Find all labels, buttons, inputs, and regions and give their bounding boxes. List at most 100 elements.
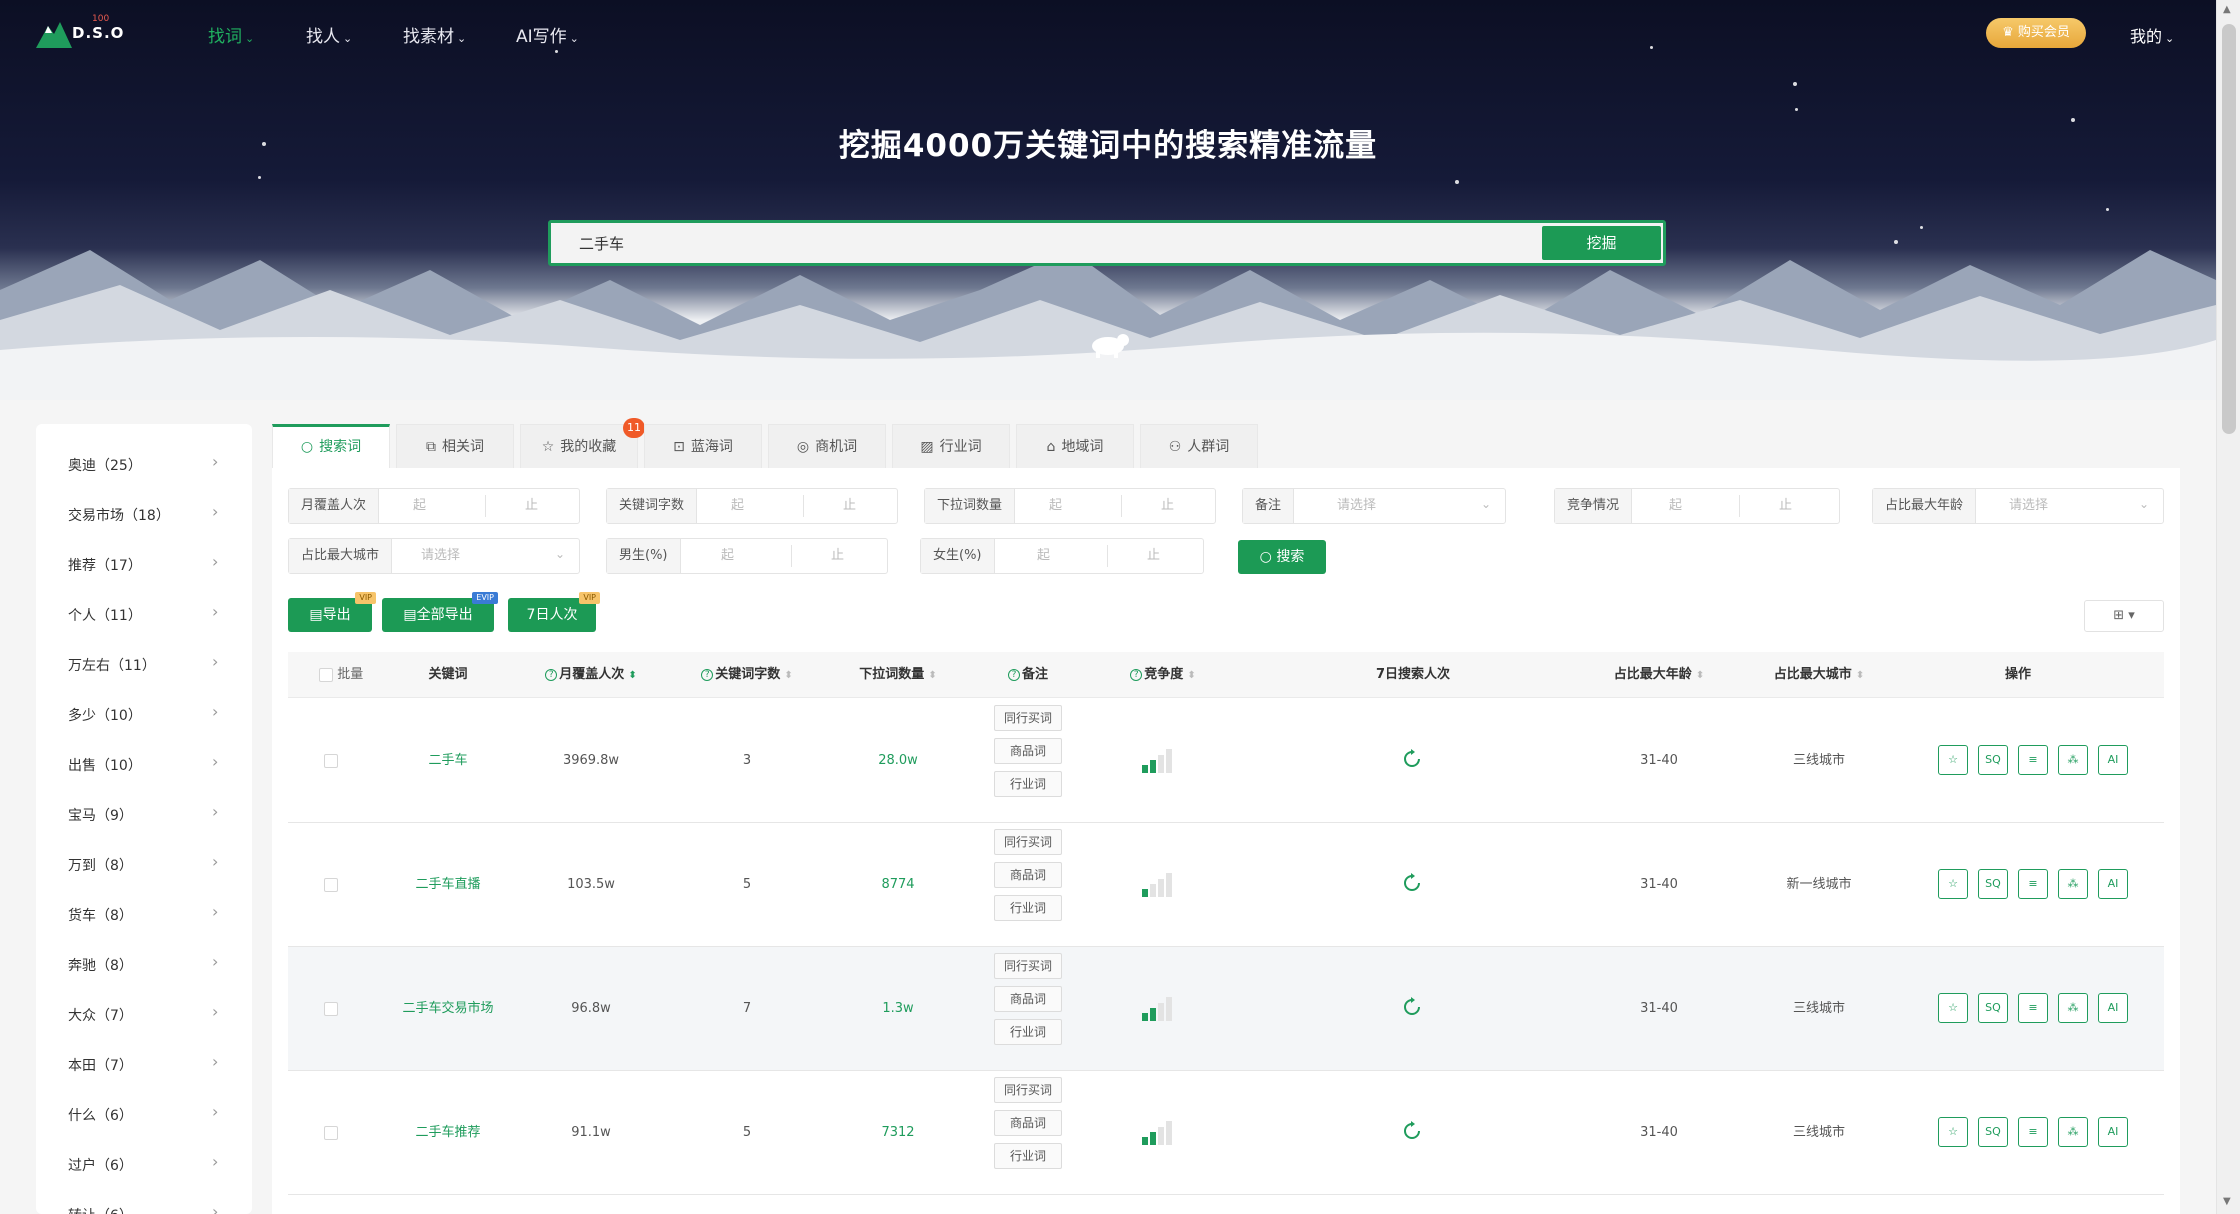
site-logo[interactable]: D.S.O 100: [34, 14, 123, 50]
row-checkbox[interactable]: [324, 753, 338, 768]
remark-tag[interactable]: 行业词: [994, 771, 1062, 797]
tab-related-words[interactable]: ⧉ 相关词: [396, 424, 514, 468]
favorite-star-icon[interactable]: ☆: [1938, 1117, 1968, 1147]
header-max-city[interactable]: 占比最大城市 ⬍: [1754, 652, 1884, 698]
range-from-input[interactable]: 起: [1669, 489, 1682, 523]
row-checkbox[interactable]: [324, 1001, 338, 1016]
sidebar-category-item[interactable]: 交易市场（18） ›: [36, 488, 252, 538]
sq-analysis-icon[interactable]: SQ: [1978, 745, 2008, 775]
remark-tag[interactable]: 同行买词: [994, 705, 1062, 731]
sidebar-category-item[interactable]: 万左右（11） ›: [36, 638, 252, 688]
nav-find-people[interactable]: 找人 ⌄: [306, 22, 352, 47]
scroll-down-icon[interactable]: ▼: [2223, 1196, 2231, 1207]
sidebar-category-item[interactable]: 奔驰（8） ›: [36, 938, 252, 988]
sidebar-category-item[interactable]: 奥迪（25） ›: [36, 438, 252, 488]
range-from-input[interactable]: 起: [1037, 539, 1050, 573]
column-settings-button[interactable]: ⊞ ▾: [2084, 600, 2164, 632]
range-from-input[interactable]: 起: [1049, 489, 1062, 523]
remark-tag[interactable]: 商品词: [994, 1110, 1062, 1136]
help-icon[interactable]: ?: [545, 668, 558, 681]
sidebar-category-item[interactable]: 大众（7） ›: [36, 988, 252, 1038]
tab-industry-words[interactable]: ▨ 行业词: [892, 424, 1010, 468]
refresh-icon[interactable]: [1402, 749, 1422, 769]
row-checkbox[interactable]: [324, 877, 338, 892]
nav-ai-writing[interactable]: AI写作 ⌄: [516, 22, 579, 47]
range-from-input[interactable]: 起: [413, 489, 426, 523]
filter-max-age-select[interactable]: 占比最大年龄 请选择 ⌄: [1872, 488, 2164, 524]
nav-find-words[interactable]: 找词 ⌄: [208, 22, 254, 47]
export-button[interactable]: ▤导出 VIP: [288, 592, 376, 632]
sidebar-category-item[interactable]: 转让（6） ›: [36, 1188, 252, 1214]
seven-day-users-button[interactable]: 7日人次 VIP: [508, 592, 600, 632]
sidebar-category-item[interactable]: 什么（6） ›: [36, 1088, 252, 1138]
favorite-star-icon[interactable]: ☆: [1938, 993, 1968, 1023]
dropdown-count-link[interactable]: 8774: [828, 823, 968, 947]
tab-audience-words[interactable]: ⚇ 人群词: [1140, 424, 1258, 468]
dropdown-count-link[interactable]: 7312: [828, 1071, 968, 1195]
sidebar-category-item[interactable]: 货车（8） ›: [36, 888, 252, 938]
remark-tag[interactable]: 商品词: [994, 738, 1062, 764]
ai-write-icon[interactable]: AI: [2098, 745, 2128, 775]
remark-tag[interactable]: 同行买词: [994, 953, 1062, 979]
sq-analysis-icon[interactable]: SQ: [1978, 993, 2008, 1023]
scrollbar-thumb[interactable]: [2222, 24, 2236, 434]
ai-write-icon[interactable]: AI: [2098, 1117, 2128, 1147]
refresh-icon[interactable]: [1402, 1121, 1422, 1141]
header-word-length[interactable]: ? 关键词字数 ⬍: [672, 652, 822, 698]
ai-write-icon[interactable]: AI: [2098, 993, 2128, 1023]
related-network-icon[interactable]: ⁂: [2058, 1117, 2088, 1147]
favorite-star-icon[interactable]: ☆: [1938, 745, 1968, 775]
buy-membership-button[interactable]: ♛ 购买会员: [1986, 18, 2086, 48]
select-all-checkbox[interactable]: [318, 667, 333, 682]
filter-remark-select[interactable]: 备注 请选择 ⌄: [1242, 488, 1506, 524]
list-detail-icon[interactable]: ≡: [2018, 1117, 2048, 1147]
keyword-search-input[interactable]: [551, 223, 1531, 263]
sidebar-category-item[interactable]: 过户（6） ›: [36, 1138, 252, 1188]
sidebar-category-item[interactable]: 万到（8） ›: [36, 838, 252, 888]
remark-tag[interactable]: 商品词: [994, 862, 1062, 888]
sidebar-category-item[interactable]: 出售（10） ›: [36, 738, 252, 788]
sidebar-category-item[interactable]: 宝马（9） ›: [36, 788, 252, 838]
range-to-input[interactable]: 止: [843, 489, 856, 523]
scroll-up-icon[interactable]: ▲: [2223, 4, 2231, 15]
keyword-link[interactable]: 二手车推荐: [358, 1071, 538, 1195]
remark-tag[interactable]: 行业词: [994, 1143, 1062, 1169]
list-detail-icon[interactable]: ≡: [2018, 745, 2048, 775]
row-checkbox[interactable]: [324, 1125, 338, 1140]
sidebar-category-item[interactable]: 个人（11） ›: [36, 588, 252, 638]
dropdown-count-link[interactable]: 1.3w: [828, 947, 968, 1071]
tab-search-words[interactable]: ○ 搜索词: [272, 424, 390, 468]
header-max-age[interactable]: 占比最大年龄 ⬍: [1594, 652, 1724, 698]
related-network-icon[interactable]: ⁂: [2058, 993, 2088, 1023]
nav-find-materials[interactable]: 找素材 ⌄: [403, 22, 466, 47]
related-network-icon[interactable]: ⁂: [2058, 869, 2088, 899]
tab-region-words[interactable]: ⌂ 地域词: [1016, 424, 1134, 468]
range-from-input[interactable]: 起: [721, 539, 734, 573]
header-batch[interactable]: 批量: [306, 652, 376, 698]
help-icon[interactable]: ?: [1007, 668, 1020, 681]
sidebar-category-item[interactable]: 本田（7） ›: [36, 1038, 252, 1088]
keyword-link[interactable]: 二手车直播: [358, 823, 538, 947]
help-icon[interactable]: ?: [701, 668, 714, 681]
range-to-input[interactable]: 止: [1779, 489, 1792, 523]
help-icon[interactable]: ?: [1130, 668, 1143, 681]
sq-analysis-icon[interactable]: SQ: [1978, 1117, 2008, 1147]
ai-write-icon[interactable]: AI: [2098, 869, 2128, 899]
sq-analysis-icon[interactable]: SQ: [1978, 869, 2008, 899]
range-to-input[interactable]: 止: [525, 489, 538, 523]
keyword-link[interactable]: 二手车: [358, 699, 538, 823]
dig-search-button[interactable]: 挖掘: [1542, 226, 1661, 260]
keyword-link[interactable]: 二手车交易市场: [358, 947, 538, 1071]
range-to-input[interactable]: 止: [1147, 539, 1160, 573]
remark-tag[interactable]: 同行买词: [994, 1077, 1062, 1103]
header-competition[interactable]: ? 竞争度 ⬍: [1108, 652, 1218, 698]
related-network-icon[interactable]: ⁂: [2058, 745, 2088, 775]
list-detail-icon[interactable]: ≡: [2018, 869, 2048, 899]
my-account-menu[interactable]: 我的 ⌄: [2130, 23, 2174, 47]
range-to-input[interactable]: 止: [831, 539, 844, 573]
header-monthly-users[interactable]: ? 月覆盖人次 ⬍: [516, 652, 666, 698]
remark-tag[interactable]: 行业词: [994, 1019, 1062, 1045]
sidebar-category-item[interactable]: 多少（10） ›: [36, 688, 252, 738]
refresh-icon[interactable]: [1402, 873, 1422, 893]
tab-opportunity-words[interactable]: ◎ 商机词: [768, 424, 886, 468]
